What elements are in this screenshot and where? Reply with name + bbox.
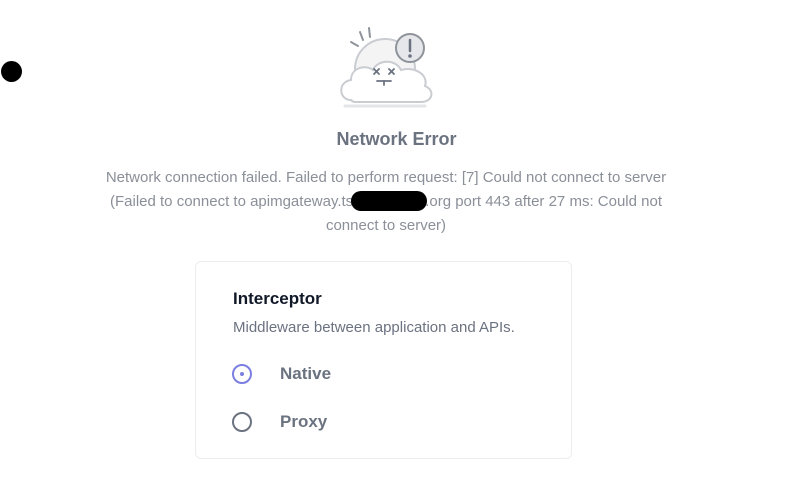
error-title: Network Error bbox=[336, 129, 457, 149]
error-message: Network connection failed. Failed to per… bbox=[96, 166, 676, 238]
radio-option-native[interactable]: Native bbox=[232, 364, 331, 384]
interceptor-description: Middleware between application and APIs. bbox=[233, 319, 515, 336]
radio-label-proxy: Proxy bbox=[280, 412, 328, 431]
radio-checked-icon[interactable] bbox=[232, 364, 252, 384]
interceptor-title: Interceptor bbox=[233, 289, 322, 308]
interceptor-card: Interceptor Middleware between applicati… bbox=[195, 261, 572, 459]
radio-label-native: Native bbox=[280, 364, 332, 383]
cursor-dot bbox=[1, 61, 22, 82]
redaction-mark bbox=[351, 191, 428, 211]
network-error-cloud-icon bbox=[333, 24, 439, 114]
radio-unchecked-icon[interactable] bbox=[232, 412, 252, 432]
radio-option-proxy[interactable]: Proxy bbox=[232, 412, 327, 432]
